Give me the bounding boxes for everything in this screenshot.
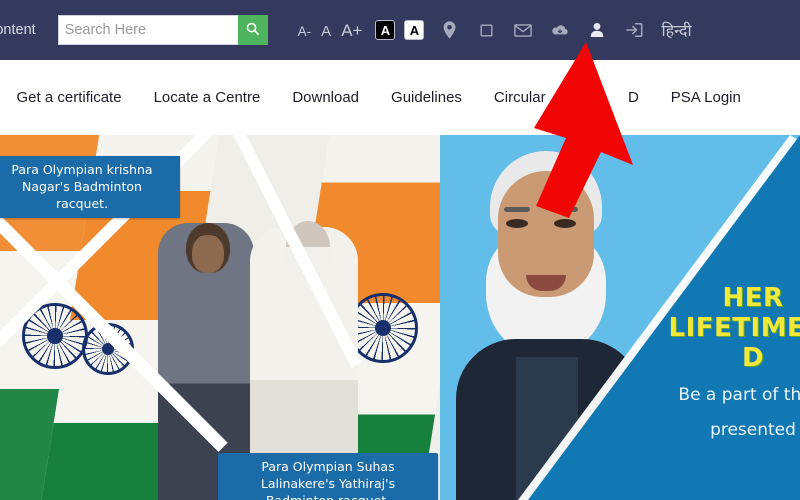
search-icon (245, 21, 260, 39)
contrast-controls: A A (375, 20, 425, 40)
nav-item-circular[interactable]: Circular (494, 89, 546, 106)
portrait-eye-right (554, 219, 576, 228)
login-icon[interactable] (625, 21, 643, 39)
utility-icon-row (440, 21, 643, 39)
hero-banner: HER LIFETIME O D Be a part of the e pres… (0, 135, 800, 500)
search-box (57, 15, 268, 45)
high-contrast-toggle[interactable]: A (375, 20, 396, 40)
nav-item-guidelines[interactable]: Guidelines (391, 89, 462, 106)
increase-font-size-button[interactable]: A+ (341, 22, 362, 39)
ashoka-chakra-right (348, 293, 418, 363)
location-pin-icon[interactable] (440, 21, 458, 39)
main-navigation-bar: ut Get a certificate Locate a Centre Dow… (0, 60, 800, 135)
decrease-font-size-button[interactable]: A- (298, 24, 312, 39)
portrait-brow-left (504, 207, 530, 212)
promo-subtext-line-1: Be a part of the e (678, 385, 800, 405)
promo-text-block: HER LIFETIME O D Be a part of the e pres… (588, 283, 800, 443)
nav-item-psa-login[interactable]: PSA Login (671, 89, 741, 106)
search-button[interactable] (237, 15, 268, 45)
promo-headline-line-3: D (741, 343, 765, 373)
reset-font-size-button[interactable]: A (321, 24, 331, 39)
nav-item-download[interactable]: Download (292, 89, 359, 106)
nav-item-faq[interactable]: FA (578, 89, 596, 106)
screen-reader-icon[interactable] (477, 21, 495, 39)
nav-item-locate-a-centre[interactable]: Locate a Centre (154, 89, 261, 106)
caption-bottom: Para Olympian Suhas Lalinakere's Yathira… (218, 453, 438, 500)
nav-item-list: ut Get a certificate Locate a Centre Dow… (0, 89, 741, 106)
caption-top: Para Olympian krishna Nagar's Badminton … (0, 156, 180, 218)
portrait-eye-left (506, 219, 528, 228)
user-icon[interactable] (588, 21, 606, 39)
portrait-brow-right (552, 207, 578, 212)
cloud-download-icon[interactable] (551, 21, 569, 39)
top-utility-bar: n content A- A A+ A A (0, 0, 800, 60)
nav-item-d[interactable]: D (628, 89, 639, 106)
promo-subtext-line-2: presented (710, 420, 796, 440)
search-input[interactable] (57, 15, 238, 45)
language-switch-hindi-link[interactable]: हिन्दी (661, 19, 691, 41)
font-size-controls: A- A A+ (298, 22, 363, 39)
page-root: n content A- A A+ A A (0, 0, 800, 500)
mail-icon[interactable] (514, 21, 533, 39)
nav-item-get-a-certificate[interactable]: Get a certificate (17, 89, 122, 106)
normal-contrast-toggle[interactable]: A (404, 20, 425, 40)
promo-headline-line-1: HER (722, 283, 784, 313)
skip-to-main-content-link[interactable]: n content (0, 22, 36, 38)
promo-headline-line-2: LIFETIME O (668, 313, 800, 343)
person-in-suit-face (192, 235, 224, 273)
